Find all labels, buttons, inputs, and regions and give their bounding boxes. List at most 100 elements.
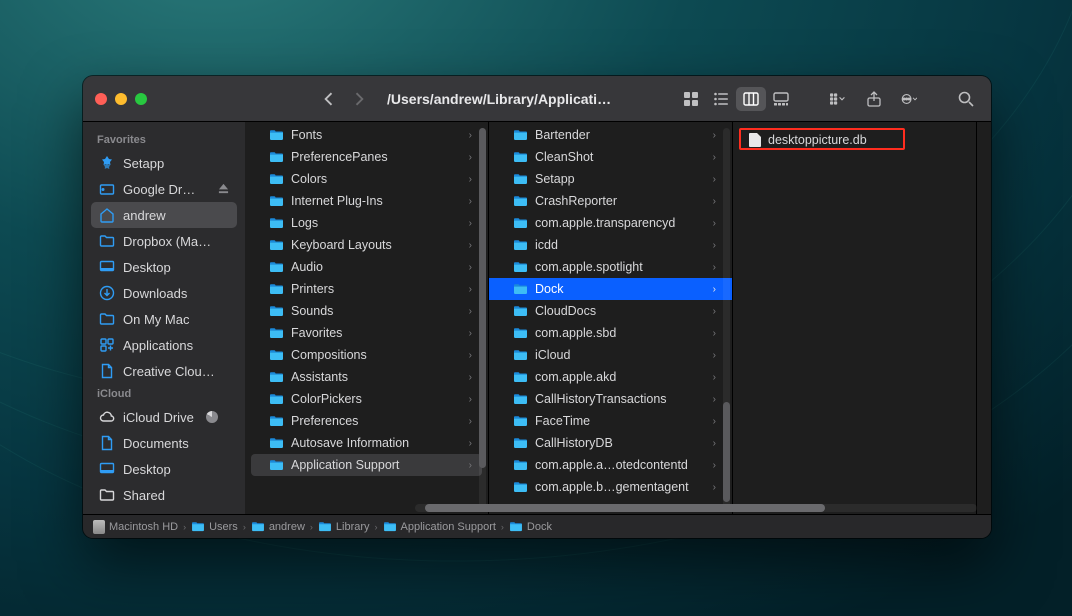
folder-name: Application Support	[291, 458, 462, 472]
finder-window: /Users/andrew/Library/Applicati… Favorit…	[83, 76, 991, 538]
folder-item[interactable]: Logs›	[251, 212, 482, 234]
folder-name: Favorites	[291, 326, 462, 340]
doc-icon	[99, 435, 115, 451]
folder-item[interactable]: Dock›	[489, 278, 732, 300]
path-label: Dock	[527, 521, 552, 533]
folder-item[interactable]: Bartender›	[495, 124, 726, 146]
folder-name: CleanShot	[535, 150, 706, 164]
folder-item[interactable]: Colors›	[251, 168, 482, 190]
path-label: Macintosh HD	[109, 521, 178, 533]
group-by-button[interactable]	[821, 87, 855, 111]
folder-item[interactable]: com.apple.spotlight›	[495, 256, 726, 278]
gallery-view-button[interactable]	[766, 87, 796, 111]
folder-name: Printers	[291, 282, 462, 296]
sidebar-item[interactable]: Dropbox (Ma…	[91, 228, 237, 254]
folder-item[interactable]: Fonts›	[251, 124, 482, 146]
folder-item[interactable]: Preferences›	[251, 410, 482, 432]
folder-item[interactable]: com.apple.b…gementagent›	[495, 476, 726, 498]
folder-item[interactable]: Keyboard Layouts›	[251, 234, 482, 256]
column-view-button[interactable]	[736, 87, 766, 111]
path-segment[interactable]: Macintosh HD	[93, 520, 178, 534]
folder-item[interactable]: iCloud›	[495, 344, 726, 366]
gdrive-icon	[99, 181, 115, 197]
sidebar-item-label: Dropbox (Ma…	[123, 234, 211, 249]
chevron-right-icon: ›	[469, 350, 472, 361]
path-segment[interactable]: Dock	[509, 521, 552, 533]
zoom-button[interactable]	[135, 93, 147, 105]
folder-item[interactable]: com.apple.akd›	[495, 366, 726, 388]
folder-item[interactable]: Favorites›	[251, 322, 482, 344]
path-segment[interactable]: Users	[191, 521, 238, 533]
chevron-right-icon: ›	[469, 416, 472, 427]
folder-icon	[251, 521, 265, 532]
folder-name: CrashReporter	[535, 194, 706, 208]
sidebar-item[interactable]: andrew	[91, 202, 237, 228]
sidebar-item[interactable]: Documents	[91, 430, 237, 456]
list-view-button[interactable]	[706, 87, 736, 111]
chevron-right-icon: ›	[469, 284, 472, 295]
icon-view-button[interactable]	[676, 87, 706, 111]
sidebar-item[interactable]: iCloud Drive	[91, 404, 237, 430]
sidebar-item[interactable]: Desktop	[91, 456, 237, 482]
folder-item[interactable]: PreferencePanes›	[251, 146, 482, 168]
folder-item[interactable]: Compositions›	[251, 344, 482, 366]
folder-item[interactable]: CallHistoryDB›	[495, 432, 726, 454]
search-button[interactable]	[953, 87, 979, 111]
sidebar-item[interactable]: Desktop	[91, 254, 237, 280]
folder-name: com.apple.b…gementagent	[535, 480, 706, 494]
sidebar-item[interactable]: On My Mac	[91, 306, 237, 332]
chevron-right-icon: ›	[469, 196, 472, 207]
sidebar-item[interactable]: Applications	[91, 332, 237, 358]
scrollbar-thumb[interactable]	[479, 128, 486, 468]
folder-item[interactable]: com.apple.sbd›	[495, 322, 726, 344]
folder-item[interactable]: CloudDocs›	[495, 300, 726, 322]
sidebar-item[interactable]: Google Dr…	[91, 176, 237, 202]
folder-item[interactable]: Internet Plug-Ins›	[251, 190, 482, 212]
annotation-highlight	[739, 128, 905, 150]
sidebar-item[interactable]: Shared	[91, 482, 237, 508]
chevron-right-icon: ›	[713, 240, 716, 251]
back-button[interactable]	[317, 92, 339, 106]
sidebar-item-label: iCloud Drive	[123, 410, 194, 425]
folder-item[interactable]: icdd›	[495, 234, 726, 256]
scrollbar-thumb[interactable]	[723, 402, 730, 502]
folder-icon	[99, 311, 115, 327]
path-title[interactable]: /Users/andrew/Library/Applicati…	[387, 91, 611, 107]
path-segment[interactable]: Library	[318, 521, 370, 533]
folder-item[interactable]: Assistants›	[251, 366, 482, 388]
folder-item[interactable]: CleanShot›	[495, 146, 726, 168]
folder-item[interactable]: Sounds›	[251, 300, 482, 322]
chevron-right-icon: ›	[713, 416, 716, 427]
folder-name: ColorPickers	[291, 392, 462, 406]
sidebar-item[interactable]: Downloads	[91, 280, 237, 306]
eject-icon[interactable]	[218, 182, 229, 197]
path-segment[interactable]: andrew	[251, 521, 305, 533]
folder-item[interactable]: CallHistoryTransactions›	[495, 388, 726, 410]
close-button[interactable]	[95, 93, 107, 105]
chevron-right-icon: ›	[713, 284, 716, 295]
chevron-right-icon: ›	[501, 522, 504, 532]
folder-item[interactable]: com.apple.transparencyd›	[495, 212, 726, 234]
folder-item[interactable]: Printers ›	[251, 278, 482, 300]
share-button[interactable]	[861, 87, 887, 111]
chevron-right-icon: ›	[469, 240, 472, 251]
folder-item[interactable]: Autosave Information›	[251, 432, 482, 454]
folder-item[interactable]: com.apple.a…otedcontentd›	[495, 454, 726, 476]
folder-item[interactable]: FaceTime›	[495, 410, 726, 432]
minimize-button[interactable]	[115, 93, 127, 105]
sidebar-item[interactable]: Creative Clou…	[91, 358, 237, 384]
forward-button[interactable]	[349, 92, 371, 106]
path-segment[interactable]: Application Support	[383, 521, 496, 533]
folder-item[interactable]: Audio›	[251, 256, 482, 278]
folder-item[interactable]: CrashReporter›	[495, 190, 726, 212]
sidebar-item[interactable]: Setapp	[91, 150, 237, 176]
folder-item[interactable]: Application Support›	[251, 454, 482, 476]
view-switcher	[675, 86, 797, 112]
folder-item[interactable]: Setapp›	[495, 168, 726, 190]
horizontal-scrollbar-thumb[interactable]	[425, 504, 825, 512]
action-menu-button[interactable]	[893, 87, 925, 111]
folder-name: CallHistoryTransactions	[535, 392, 706, 406]
folder-item[interactable]: ColorPickers›	[251, 388, 482, 410]
folder-name: Colors	[291, 172, 462, 186]
column-browser: Fonts›PreferencePanes›Colors›Internet Pl…	[245, 122, 991, 514]
